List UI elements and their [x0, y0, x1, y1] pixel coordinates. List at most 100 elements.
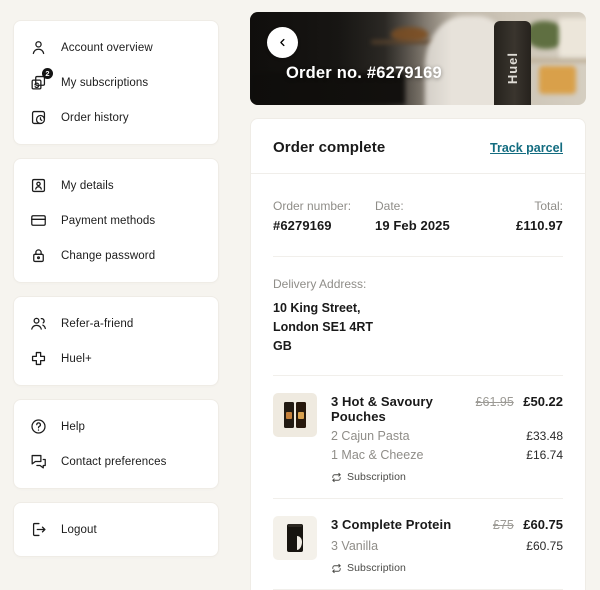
sidebar-item-label: Contact preferences — [61, 456, 166, 468]
chevron-left-icon — [276, 36, 289, 49]
sidebar-item-label: Change password — [61, 250, 155, 262]
back-button[interactable] — [267, 27, 298, 58]
sidebar-item-label: Order history — [61, 112, 129, 124]
order-history-icon — [29, 108, 48, 127]
sidebar-item-account-overview[interactable]: Account overview — [27, 30, 205, 65]
subscription-tag-label: Subscription — [347, 471, 406, 483]
sidebar-item-my-details[interactable]: My details — [27, 168, 205, 203]
order-number-value: #6279169 — [273, 218, 367, 233]
sidebar-group-logout: Logout — [13, 502, 219, 557]
item-old-price: £61.95 — [476, 395, 514, 409]
variant-name: 1 Mac & Cheeze — [331, 448, 423, 462]
id-card-icon — [29, 176, 48, 195]
sidebar-group-support: Help Contact preferences — [13, 399, 219, 489]
item-variant-row: 2 Cajun Pasta £33.48 — [331, 429, 563, 443]
sidebar-item-refer-a-friend[interactable]: Refer-a-friend — [27, 306, 205, 341]
address-line-1: 10 King Street, — [273, 299, 563, 318]
product-thumbnail-pouches — [273, 393, 317, 437]
item-title-row: 3 Complete Protein £75 £60.75 — [331, 516, 563, 534]
item-price: £60.75 — [523, 517, 563, 532]
item-variant-row: 1 Mac & Cheeze £16.74 — [331, 448, 563, 462]
order-number-label: Order number: — [273, 199, 367, 213]
sidebar-group-details: My details Payment methods Change passwo… — [13, 158, 219, 283]
item-price-group: £75 £60.75 — [493, 516, 563, 534]
item-old-price: £75 — [493, 518, 514, 532]
order-banner: Huel Order no. #6279169 — [250, 12, 586, 105]
pouches-image — [273, 393, 317, 437]
payment-card-icon — [29, 211, 48, 230]
order-item-complete-protein: 3 Complete Protein £75 £60.75 3 Vanilla … — [251, 499, 585, 589]
variant-price: £33.48 — [526, 429, 563, 443]
subscription-tag: Subscription — [331, 471, 563, 483]
item-price-group: £61.95 £50.22 — [476, 393, 563, 411]
lock-icon — [29, 246, 48, 265]
item-title: 3 Hot & Savoury Pouches — [331, 394, 476, 424]
order-total-label: Total: — [469, 199, 563, 213]
sidebar-item-payment-methods[interactable]: Payment methods — [27, 203, 205, 238]
sidebar-item-label: My details — [61, 180, 114, 192]
logout-icon — [29, 520, 48, 539]
item-details: 3 Hot & Savoury Pouches £61.95 £50.22 2 … — [331, 393, 563, 483]
sidebar-item-logout[interactable]: Logout — [27, 512, 205, 547]
order-total-value: £110.97 — [469, 218, 563, 233]
order-status-heading: Order complete — [273, 139, 385, 156]
banner-shade-overlay — [250, 12, 586, 105]
user-icon — [29, 38, 48, 57]
sidebar-item-contact-preferences[interactable]: Contact preferences — [27, 444, 205, 479]
sidebar-item-label: Help — [61, 421, 85, 433]
delivery-address-value: 10 King Street, London SE1 4RT GB — [273, 299, 563, 355]
sidebar-item-label: Logout — [61, 524, 97, 536]
order-card: Order complete Track parcel Order number… — [250, 118, 586, 590]
plus-icon — [29, 349, 48, 368]
chat-icon — [29, 452, 48, 471]
sidebar-item-label: Payment methods — [61, 215, 155, 227]
item-title: 3 Complete Protein — [331, 517, 451, 532]
track-parcel-link[interactable]: Track parcel — [490, 141, 563, 155]
order-item-hot-savoury: 3 Hot & Savoury Pouches £61.95 £50.22 2 … — [251, 376, 585, 498]
people-icon — [29, 314, 48, 333]
product-thumbnail-protein — [273, 516, 317, 560]
sidebar-item-label: Account overview — [61, 42, 153, 54]
sidebar-item-label: My subscriptions — [61, 77, 148, 89]
order-card-header: Order complete Track parcel — [251, 119, 585, 174]
order-date-label: Date: — [375, 199, 469, 213]
sidebar-group-referral: Refer-a-friend Huel+ — [13, 296, 219, 386]
order-number-column: Order number: #6279169 — [273, 199, 367, 233]
banner-order-title: Order no. #6279169 — [286, 64, 442, 83]
sidebar-item-label: Refer-a-friend — [61, 318, 133, 330]
variant-price: £16.74 — [526, 448, 563, 462]
delivery-address-section: Delivery Address: 10 King Street, London… — [251, 257, 585, 375]
order-detail-main: Huel Order no. #6279169 Order complete T… — [250, 12, 586, 590]
item-variant-row: 3 Vanilla £60.75 — [331, 539, 563, 553]
item-price: £50.22 — [523, 394, 563, 409]
address-line-2: London SE1 4RT — [273, 318, 563, 337]
help-icon — [29, 417, 48, 436]
sidebar-item-my-subscriptions[interactable]: 2 My subscriptions — [27, 65, 205, 100]
item-title-row: 3 Hot & Savoury Pouches £61.95 £50.22 — [331, 393, 563, 424]
account-sidebar: Account overview 2 My subscriptions Orde… — [13, 20, 219, 557]
account-order-page: Account overview 2 My subscriptions Orde… — [0, 0, 600, 467]
subscription-tag: Subscription — [331, 562, 563, 574]
item-details: 3 Complete Protein £75 £60.75 3 Vanilla … — [331, 516, 563, 574]
variant-price: £60.75 — [526, 539, 563, 553]
sidebar-item-order-history[interactable]: Order history — [27, 100, 205, 135]
subscriptions-count-badge: 2 — [42, 68, 53, 79]
variant-name: 3 Vanilla — [331, 539, 378, 553]
variant-name: 2 Cajun Pasta — [331, 429, 410, 443]
sidebar-group-orders: Account overview 2 My subscriptions Orde… — [13, 20, 219, 145]
sidebar-item-change-password[interactable]: Change password — [27, 238, 205, 273]
sidebar-item-huel-plus[interactable]: Huel+ — [27, 341, 205, 376]
order-summary-row: Order number: #6279169 Date: 19 Feb 2025… — [251, 174, 585, 256]
address-line-3: GB — [273, 337, 563, 356]
sidebar-item-help[interactable]: Help — [27, 409, 205, 444]
repeat-icon — [331, 472, 342, 483]
subscription-tag-label: Subscription — [347, 562, 406, 574]
delivery-address-label: Delivery Address: — [273, 277, 563, 291]
protein-tub-image — [273, 516, 317, 560]
sidebar-item-label: Huel+ — [61, 353, 92, 365]
order-total-column: Total: £110.97 — [469, 199, 563, 233]
order-date-value: 19 Feb 2025 — [375, 218, 469, 233]
order-date-column: Date: 19 Feb 2025 — [367, 199, 469, 233]
subscriptions-icon: 2 — [29, 73, 48, 92]
repeat-icon — [331, 563, 342, 574]
